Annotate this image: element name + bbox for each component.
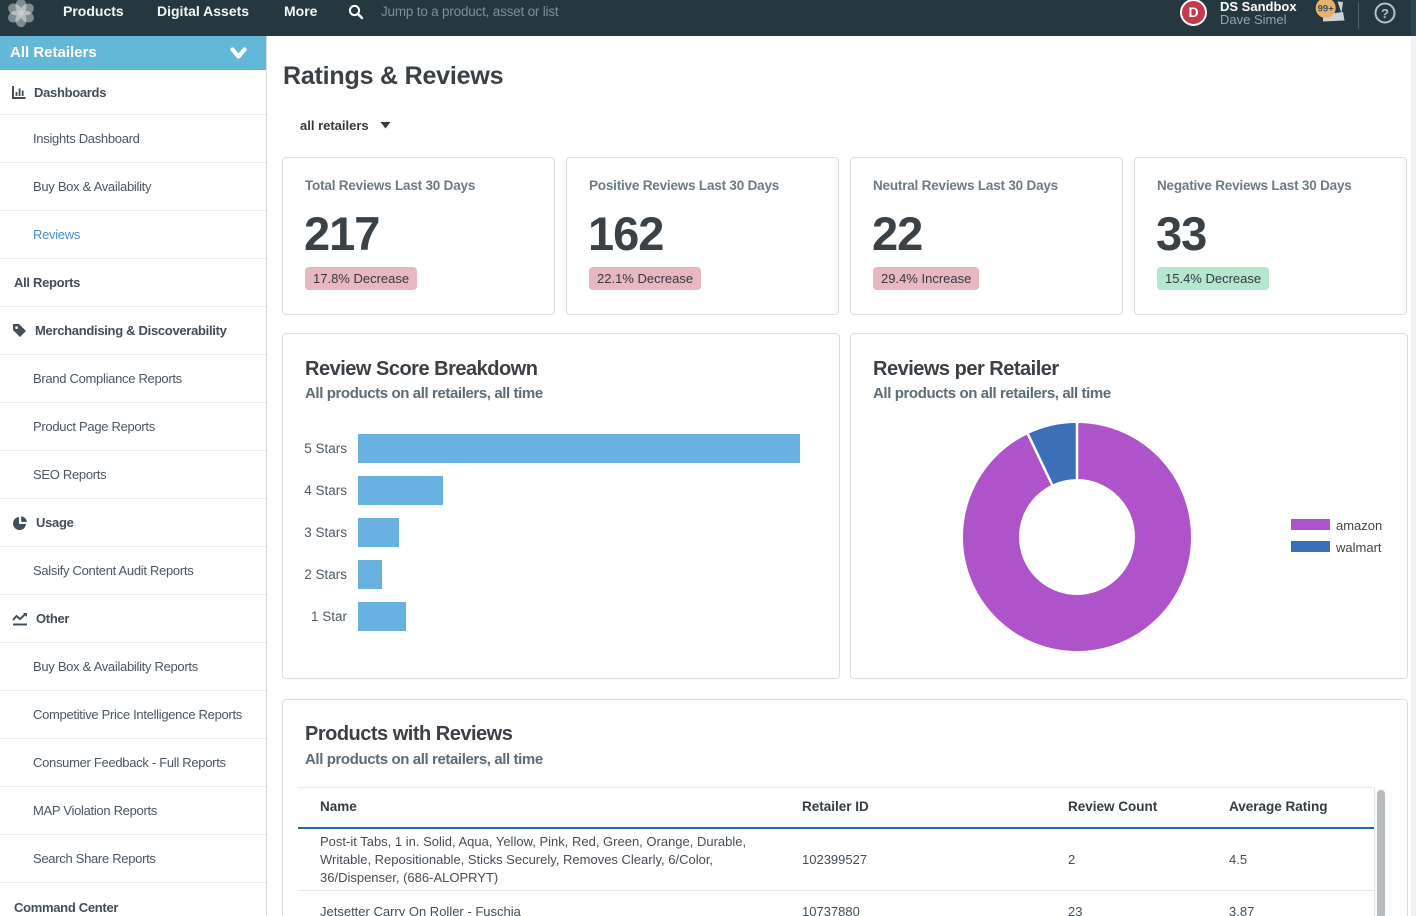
svg-text:99+: 99+	[1318, 4, 1335, 15]
svg-text:?: ?	[1381, 6, 1389, 21]
